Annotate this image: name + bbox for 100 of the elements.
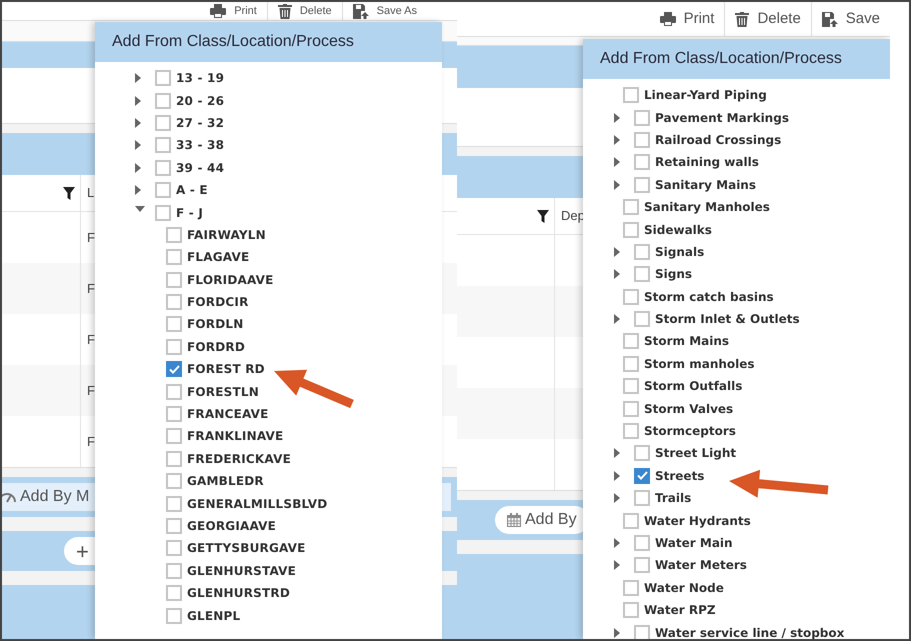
tree-item-label[interactable]: Linear-Yard Piping bbox=[644, 86, 767, 104]
tree-item-label[interactable]: 27 - 32 bbox=[176, 114, 224, 132]
caret-icon[interactable] bbox=[614, 246, 621, 257]
caret-icon[interactable] bbox=[135, 185, 142, 196]
checkbox[interactable] bbox=[634, 490, 650, 506]
checkbox[interactable] bbox=[623, 333, 639, 350]
caret-icon[interactable] bbox=[135, 140, 142, 150]
checkbox[interactable] bbox=[623, 288, 639, 305]
tree-item-label[interactable]: FORDRD bbox=[187, 338, 246, 356]
tree-item-label[interactable]: GLENHURSTRD bbox=[187, 584, 290, 602]
checkbox[interactable] bbox=[623, 199, 639, 216]
checkbox[interactable] bbox=[155, 137, 171, 154]
checkbox[interactable] bbox=[634, 445, 650, 462]
tree-item-label[interactable]: 33 - 38 bbox=[176, 136, 224, 154]
tree-item-label[interactable]: Signs bbox=[655, 265, 692, 284]
checkbox[interactable] bbox=[634, 557, 650, 574]
checkbox[interactable] bbox=[634, 311, 650, 328]
checkbox[interactable] bbox=[155, 70, 171, 86]
tree-item-label[interactable]: Storm Valves bbox=[644, 400, 734, 418]
caret-icon[interactable] bbox=[614, 628, 621, 638]
checkbox[interactable] bbox=[166, 249, 182, 266]
tree-item-label[interactable]: Water Meters bbox=[655, 556, 747, 574]
toolbar-button[interactable]: Print bbox=[200, 2, 267, 20]
checkbox[interactable] bbox=[166, 540, 182, 556]
tree-item-label[interactable]: F - J bbox=[176, 204, 203, 222]
checkbox[interactable] bbox=[166, 562, 182, 579]
caret-icon[interactable] bbox=[614, 493, 621, 504]
checkbox[interactable] bbox=[166, 428, 182, 444]
tree-item-label[interactable]: 13 - 19 bbox=[176, 69, 224, 88]
tree-item-label[interactable]: Stormceptors bbox=[644, 422, 736, 440]
tree-item-label[interactable]: GLENPL bbox=[187, 606, 240, 625]
checkbox[interactable] bbox=[166, 384, 182, 400]
checkbox[interactable] bbox=[155, 204, 171, 221]
checkbox[interactable] bbox=[623, 423, 639, 440]
checkbox[interactable] bbox=[634, 244, 650, 260]
tree-item-label[interactable]: GAMBLEDR bbox=[187, 472, 264, 490]
checkbox[interactable] bbox=[634, 132, 650, 148]
checkbox[interactable] bbox=[634, 266, 650, 282]
tree-item-label[interactable]: Water Main bbox=[655, 534, 733, 552]
checkbox[interactable] bbox=[166, 473, 182, 490]
toolbar-button[interactable]: Print bbox=[650, 2, 724, 36]
tree-item-label[interactable]: Water service line / stopbox bbox=[655, 624, 844, 639]
caret-icon[interactable] bbox=[614, 269, 621, 280]
caret-icon[interactable] bbox=[614, 538, 621, 548]
tree-item-label[interactable]: FREDERICKAVE bbox=[187, 450, 291, 468]
checkbox[interactable] bbox=[155, 92, 171, 109]
tree-item-label[interactable]: A - E bbox=[176, 181, 208, 200]
tree-item-label[interactable]: Signals bbox=[655, 242, 704, 261]
tree-item-label[interactable]: FLAGAVE bbox=[187, 248, 250, 266]
checkbox[interactable] bbox=[634, 535, 650, 551]
checkbox[interactable] bbox=[166, 294, 182, 310]
checkbox[interactable] bbox=[155, 114, 171, 131]
caret-icon[interactable] bbox=[135, 118, 142, 128]
caret-icon[interactable] bbox=[614, 314, 621, 324]
tree-item-label[interactable]: FLORIDAAVE bbox=[187, 270, 274, 289]
tree-item-label[interactable]: Trails bbox=[655, 489, 692, 508]
caret-icon[interactable] bbox=[614, 470, 621, 481]
checkbox[interactable] bbox=[634, 176, 650, 193]
checkbox[interactable] bbox=[166, 361, 182, 378]
caret-icon[interactable] bbox=[614, 180, 621, 190]
checkbox[interactable] bbox=[623, 222, 639, 238]
tree-item-label[interactable]: Storm catch basins bbox=[644, 288, 774, 306]
checkbox[interactable] bbox=[634, 624, 650, 639]
tree-item-label[interactable]: GENERALMILLSBLVD bbox=[187, 494, 328, 513]
tree-item-label[interactable]: Sidewalks bbox=[644, 220, 712, 239]
tree-item-label[interactable]: 39 - 44 bbox=[176, 158, 224, 177]
tree-item-label[interactable]: Water Node bbox=[644, 578, 724, 597]
checkbox[interactable] bbox=[623, 602, 639, 618]
tree-item-label[interactable]: Pavement Markings bbox=[655, 108, 789, 127]
checkbox[interactable] bbox=[166, 226, 182, 243]
tree-item-label[interactable]: FORESTLN bbox=[187, 382, 259, 401]
checkbox[interactable] bbox=[623, 378, 639, 394]
tree-item-label[interactable]: Retaining walls bbox=[655, 153, 759, 172]
checkbox[interactable] bbox=[155, 182, 171, 198]
tree-item-label[interactable]: Street Light bbox=[655, 444, 736, 462]
checkbox[interactable] bbox=[155, 160, 171, 176]
tree-item-label[interactable]: FRANKLINAVE bbox=[187, 427, 284, 446]
tree-item-label[interactable]: Storm manholes bbox=[644, 354, 755, 373]
caret-icon[interactable] bbox=[614, 157, 621, 168]
checkbox[interactable] bbox=[634, 110, 650, 126]
tree-item-label[interactable]: FORDLN bbox=[187, 315, 244, 334]
tree-item-label[interactable]: FRANCEAVE bbox=[187, 405, 269, 424]
checkbox[interactable] bbox=[166, 496, 182, 512]
checkbox[interactable] bbox=[623, 512, 639, 529]
checkbox[interactable] bbox=[634, 154, 650, 170]
checkbox[interactable] bbox=[166, 406, 182, 422]
tree-item-label[interactable]: Streets bbox=[655, 466, 704, 485]
tree-item-label[interactable]: GETTYSBURGAVE bbox=[187, 539, 306, 558]
tree-item-label[interactable]: GLENHURSTAVE bbox=[187, 562, 296, 580]
checkbox[interactable] bbox=[166, 450, 182, 467]
tree-item-label[interactable]: Sanitary Manholes bbox=[644, 198, 770, 216]
checkbox[interactable] bbox=[623, 400, 639, 417]
checkbox[interactable] bbox=[166, 518, 182, 534]
checkbox[interactable] bbox=[623, 356, 639, 372]
caret-icon[interactable] bbox=[614, 560, 621, 570]
checkbox[interactable] bbox=[634, 468, 650, 484]
tree-item-label[interactable]: Water RPZ bbox=[644, 601, 716, 620]
checkbox[interactable] bbox=[166, 272, 182, 288]
tree-item-label[interactable]: Storm Outfalls bbox=[644, 377, 742, 396]
caret-icon[interactable] bbox=[135, 96, 142, 106]
